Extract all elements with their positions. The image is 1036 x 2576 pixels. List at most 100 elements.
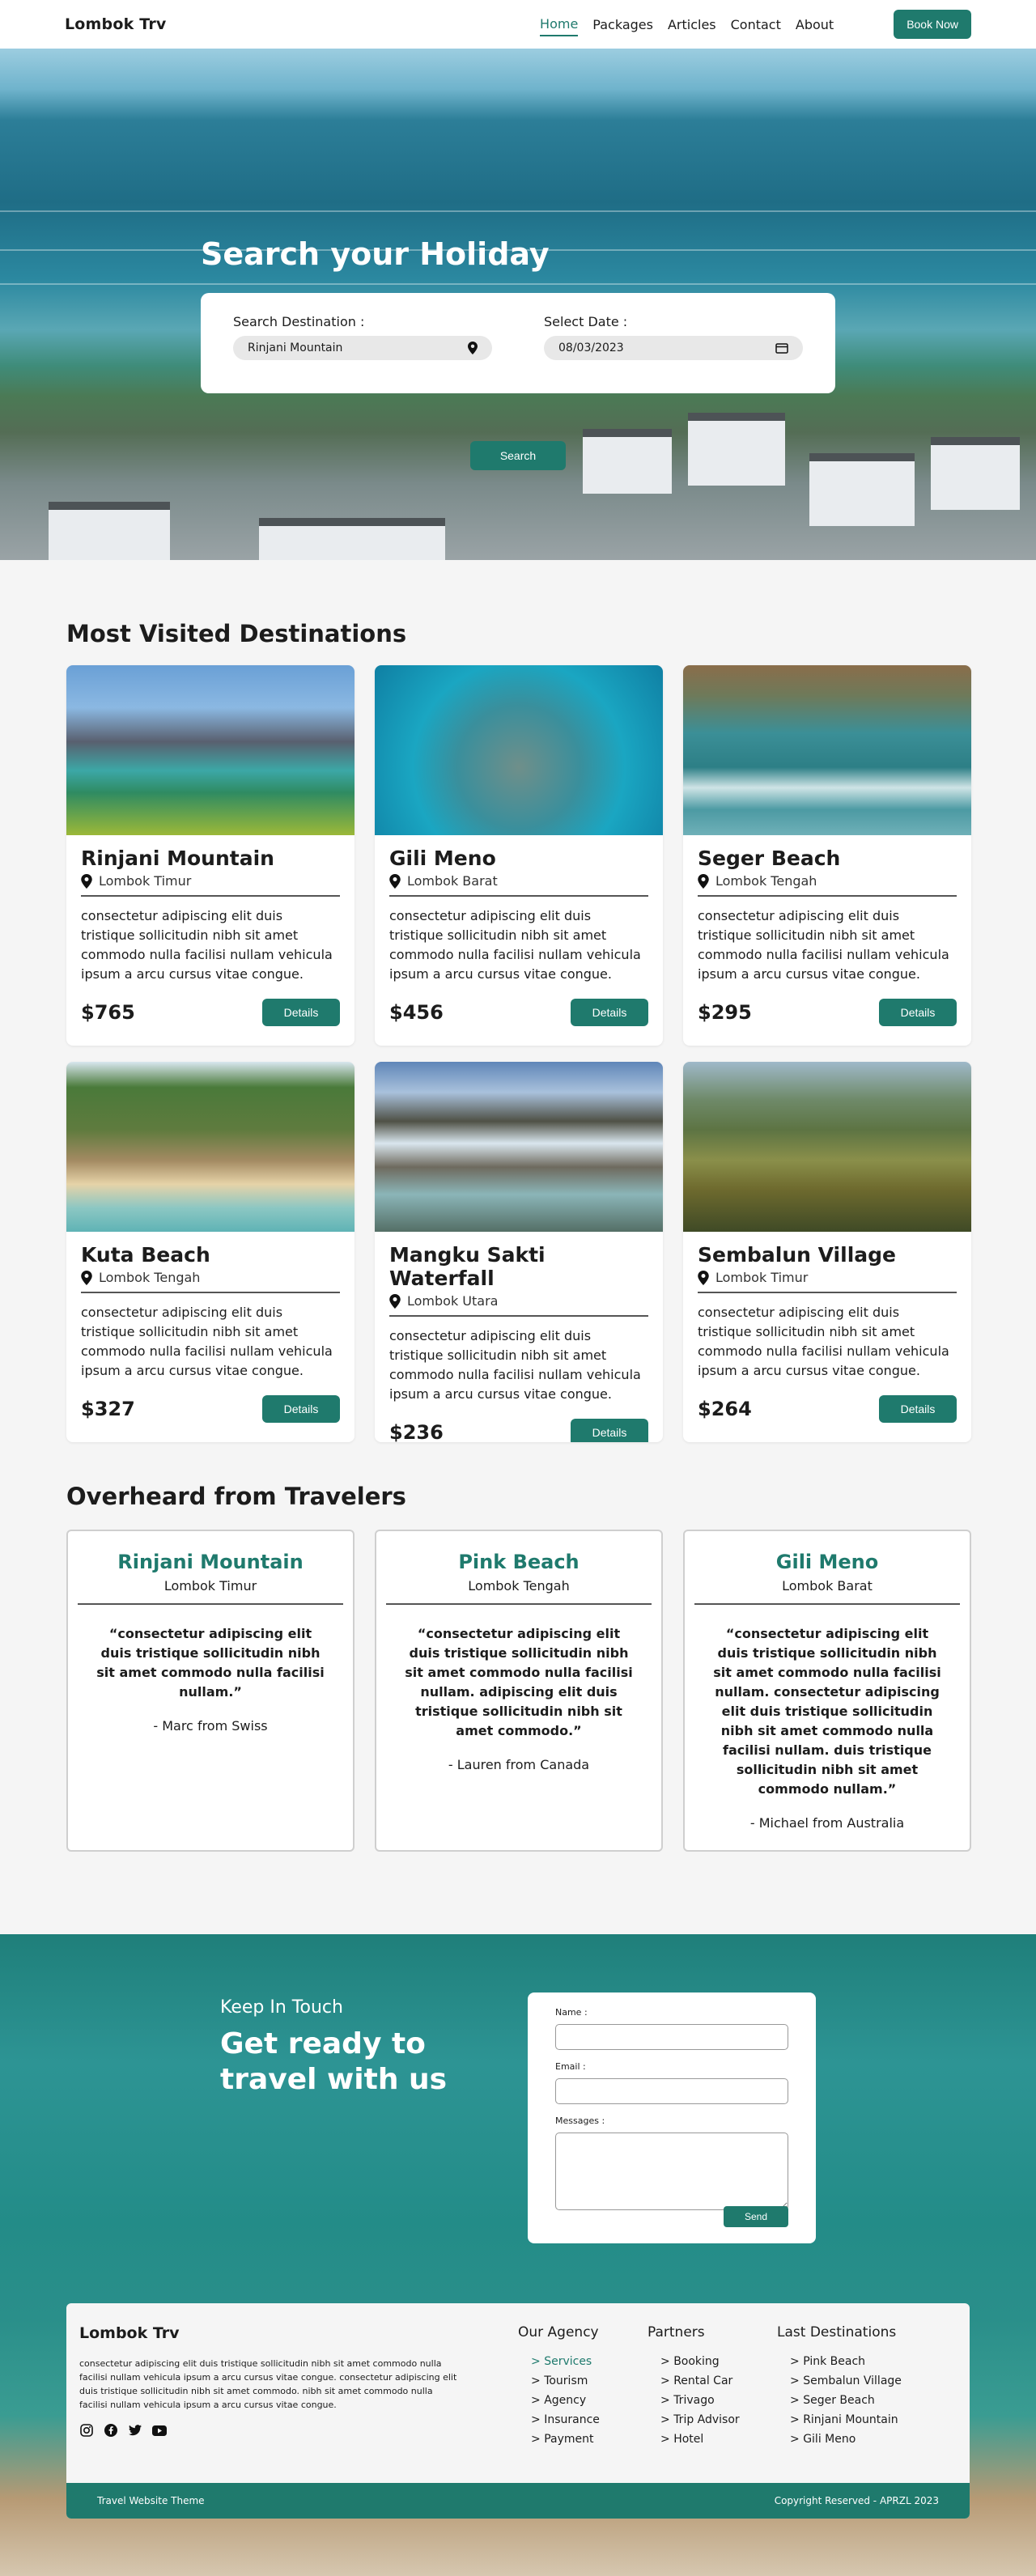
- twitter-icon[interactable]: [128, 2423, 142, 2438]
- nav-link-about[interactable]: About: [796, 14, 834, 36]
- nav-link-articles[interactable]: Articles: [668, 14, 716, 36]
- reviews-grid: Rinjani Mountain Lombok Timur “consectet…: [66, 1530, 1036, 1852]
- destination-price: $295: [698, 1001, 752, 1024]
- destination-name: Sembalun Village: [698, 1243, 896, 1267]
- destination-location-text: Lombok Utara: [407, 1293, 499, 1309]
- destination-card: Mangku Sakti Waterfall Lombok Utara cons…: [375, 1062, 663, 1442]
- contact-kicker: Keep In Touch: [220, 1997, 343, 2018]
- footer-link[interactable]: > Gili Meno: [790, 2433, 902, 2446]
- details-button[interactable]: Details: [571, 1419, 648, 1442]
- footer-theme-label: Travel Website Theme: [97, 2495, 205, 2506]
- nav-link-packages[interactable]: Packages: [592, 14, 653, 36]
- details-button[interactable]: Details: [879, 999, 957, 1026]
- page: Lombok Trv Home Packages Articles Contac…: [0, 0, 1036, 2576]
- footer-link[interactable]: > Trip Advisor: [660, 2413, 740, 2426]
- footer-link[interactable]: > Tourism: [531, 2374, 600, 2387]
- destination-name: Rinjani Mountain: [81, 847, 274, 870]
- brand-logo[interactable]: Lombok Trv: [65, 15, 167, 33]
- footer-copyright: Copyright Reserved - APRZL 2023: [774, 2495, 939, 2506]
- search-button[interactable]: Search: [470, 441, 566, 470]
- map-pin-icon: [698, 873, 709, 889]
- destination-value: Rinjani Mountain: [248, 342, 343, 354]
- details-button[interactable]: Details: [262, 1395, 340, 1423]
- destination-location: Lombok Barat: [389, 873, 648, 897]
- footer-column-title: Partners: [648, 2324, 705, 2340]
- review-author: - Lauren from Canada: [448, 1757, 590, 1772]
- date-input[interactable]: 08/03/2023: [544, 336, 803, 360]
- book-now-button[interactable]: Book Now: [894, 10, 971, 39]
- map-pin-icon: [389, 873, 401, 889]
- destination-card: Sembalun Village Lombok Timur consectetu…: [683, 1062, 971, 1442]
- villa-building: [259, 518, 445, 560]
- navbar: Lombok Trv Home Packages Articles Contac…: [0, 0, 1036, 49]
- destination-price: $327: [81, 1398, 135, 1420]
- hero-title: Search your Holiday: [201, 236, 550, 272]
- destination-location: Lombok Tengah: [698, 873, 957, 897]
- details-button[interactable]: Details: [262, 999, 340, 1026]
- name-input[interactable]: [555, 2024, 788, 2050]
- map-pin-icon: [468, 342, 478, 354]
- destination-name: Gili Meno: [389, 847, 496, 870]
- nav-link-home[interactable]: Home: [540, 13, 579, 36]
- footer-link[interactable]: > Booking: [660, 2355, 740, 2368]
- destination-location-text: Lombok Barat: [407, 873, 498, 889]
- footer-link[interactable]: > Sembalun Village: [790, 2374, 902, 2387]
- messages-textarea[interactable]: [555, 2133, 788, 2210]
- destination-name: Seger Beach: [698, 847, 841, 870]
- instagram-icon[interactable]: [79, 2423, 94, 2438]
- map-pin-icon: [698, 1270, 709, 1285]
- destination-location: Lombok Timur: [698, 1270, 957, 1293]
- review-place: Pink Beach: [458, 1551, 580, 1573]
- destination-card: Seger Beach Lombok Tengah consectetur ad…: [683, 665, 971, 1046]
- footer-link[interactable]: > Seger Beach: [790, 2394, 902, 2407]
- destination-image: [66, 665, 355, 835]
- footer-link[interactable]: > Rinjani Mountain: [790, 2413, 902, 2426]
- villa-building: [583, 429, 672, 494]
- facebook-icon[interactable]: [104, 2423, 118, 2438]
- footer-link[interactable]: > Insurance: [531, 2413, 600, 2426]
- footer-link[interactable]: > Services: [531, 2355, 600, 2368]
- messages-label: Messages :: [555, 2116, 605, 2126]
- destination-image: [66, 1062, 355, 1232]
- wave-line: [0, 210, 1036, 212]
- footer-link[interactable]: > Agency: [531, 2394, 600, 2407]
- villa-building: [688, 413, 785, 486]
- destination-location: Lombok Timur: [81, 873, 340, 897]
- review-place: Rinjani Mountain: [117, 1551, 304, 1573]
- footer-link[interactable]: > Trivago: [660, 2394, 740, 2407]
- destinations-section: Most Visited Destinations Rinjani Mounta…: [0, 560, 1036, 1483]
- review-location: Lombok Tengah: [386, 1578, 652, 1605]
- email-input[interactable]: [555, 2078, 788, 2104]
- destination-select[interactable]: Rinjani Mountain: [233, 336, 492, 360]
- destination-image: [375, 665, 663, 835]
- destination-description: consectetur adipiscing elit duis tristiq…: [389, 1328, 641, 1402]
- footer-column-partners: Partners > Booking > Rental Car > Trivag…: [648, 2324, 740, 2452]
- destination-location-text: Lombok Tengah: [715, 873, 817, 889]
- details-button[interactable]: Details: [571, 999, 648, 1026]
- destination-location: Lombok Tengah: [81, 1270, 340, 1293]
- destination-card: Gili Meno Lombok Barat consectetur adipi…: [375, 665, 663, 1046]
- destinations-grid: Rinjani Mountain Lombok Timur consectetu…: [66, 665, 1036, 1442]
- map-pin-icon: [81, 873, 92, 889]
- send-button[interactable]: Send: [724, 2206, 788, 2227]
- destination-price: $236: [389, 1421, 444, 1442]
- nav-link-contact[interactable]: Contact: [731, 14, 781, 36]
- map-pin-icon: [389, 1293, 401, 1309]
- footer-link[interactable]: > Hotel: [660, 2433, 740, 2446]
- details-button[interactable]: Details: [879, 1395, 957, 1423]
- footer-link[interactable]: > Rental Car: [660, 2374, 740, 2387]
- destination-card: Kuta Beach Lombok Tengah consectetur adi…: [66, 1062, 355, 1442]
- destination-card: Rinjani Mountain Lombok Timur consectetu…: [66, 665, 355, 1046]
- review-location: Lombok Timur: [78, 1578, 343, 1605]
- destination-name: Kuta Beach: [81, 1243, 210, 1267]
- map-pin-icon: [81, 1270, 92, 1285]
- social-links: [79, 2423, 167, 2438]
- review-author: - Michael from Australia: [749, 1815, 905, 1831]
- footer-link[interactable]: > Pink Beach: [790, 2355, 902, 2368]
- destination-image: [683, 1062, 971, 1232]
- name-label: Name :: [555, 2007, 588, 2018]
- footer-link[interactable]: > Payment: [531, 2433, 600, 2446]
- destination-location-text: Lombok Timur: [99, 873, 192, 889]
- review-quote: “consectetur adipiscing elit duis tristi…: [96, 1626, 325, 1700]
- youtube-icon[interactable]: [152, 2423, 167, 2438]
